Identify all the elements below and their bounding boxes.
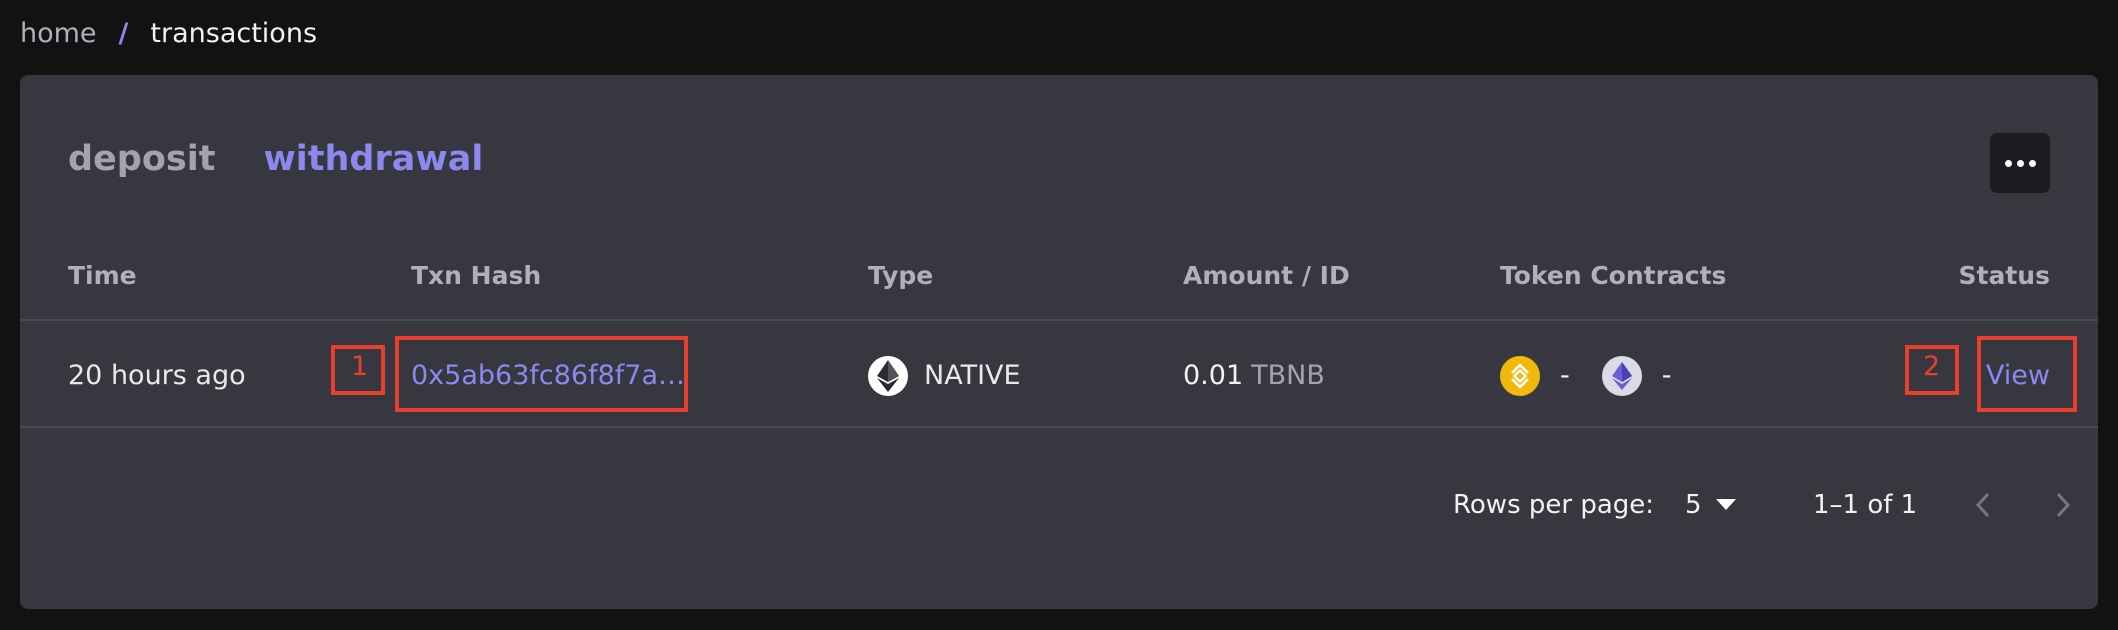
pagination: Rows per page: — [1453, 475, 1654, 535]
transaction-tabs: deposit withdrawal — [68, 139, 483, 179]
cell-time: 20 hours ago — [68, 323, 246, 428]
pagination-range: 1–1 of 1 — [1813, 490, 1918, 520]
txn-hash-link[interactable]: 0x5ab63fc86f8f7a… — [411, 360, 685, 391]
table-header: Time Txn Hash Type Amount / ID Token Con… — [20, 261, 2098, 321]
ethereum-icon — [1601, 355, 1642, 396]
more-dot-icon — [2016, 159, 2024, 167]
rows-per-page-label: Rows per page: — [1453, 490, 1655, 520]
breadcrumb-separator: / — [118, 18, 129, 49]
cell-token-contracts: - - — [1500, 323, 1692, 428]
transactions-card: deposit withdrawal Time Txn Hash Type Am… — [20, 75, 2098, 609]
amount-unit: TBNB — [1251, 360, 1325, 391]
breadcrumb-current: transactions — [150, 18, 318, 49]
view-status-link[interactable]: View — [1986, 360, 2050, 391]
header-type: Type — [868, 261, 934, 290]
table-row: 20 hours ago 1 0x5ab63fc86f8f7a… NATIVE … — [20, 323, 2098, 428]
chevron-right-icon — [2056, 492, 2071, 518]
cell-status: View — [1986, 323, 2050, 428]
token-contract-2-value: - — [1661, 360, 1672, 391]
more-dot-icon — [2004, 159, 2012, 167]
breadcrumb: home / transactions — [20, 18, 317, 49]
rows-per-page-value: 5 — [1685, 490, 1702, 520]
more-dot-icon — [2028, 159, 2036, 167]
pagination-range-wrap: 1–1 of 1 — [1813, 475, 1917, 535]
cell-amount: 0.01 TBNB — [1183, 323, 1325, 428]
tab-withdrawal[interactable]: withdrawal — [263, 139, 483, 179]
header-txn-hash: Txn Hash — [411, 261, 542, 290]
header-token-contracts: Token Contracts — [1500, 261, 1727, 290]
annotation-label-2: 2 — [1923, 351, 1941, 382]
more-options-button[interactable] — [1990, 133, 2050, 193]
row-time: 20 hours ago — [68, 360, 246, 391]
rows-per-page-select[interactable]: 5 — [1685, 475, 1736, 535]
cell-type: NATIVE — [868, 323, 1021, 428]
bnb-chain-icon — [1500, 355, 1540, 396]
tab-deposit[interactable]: deposit — [68, 139, 215, 179]
header-status: Status — [1958, 261, 2050, 290]
previous-page-button[interactable] — [1975, 475, 1991, 535]
next-page-button[interactable] — [2055, 475, 2071, 535]
annotation-label-1: 1 — [351, 351, 369, 382]
row-type: NATIVE — [924, 360, 1021, 391]
header-amount: Amount / ID — [1183, 261, 1350, 290]
cell-txn-hash: 0x5ab63fc86f8f7a… — [411, 323, 685, 428]
dropdown-caret-icon — [1715, 499, 1736, 510]
header-time: Time — [68, 261, 137, 290]
token-contract-1-value: - — [1560, 360, 1570, 391]
chevron-left-icon — [1975, 492, 1990, 518]
breadcrumb-home-link[interactable]: home — [20, 18, 97, 49]
amount-value: 0.01 — [1183, 360, 1244, 391]
ethereum-icon — [868, 355, 908, 396]
